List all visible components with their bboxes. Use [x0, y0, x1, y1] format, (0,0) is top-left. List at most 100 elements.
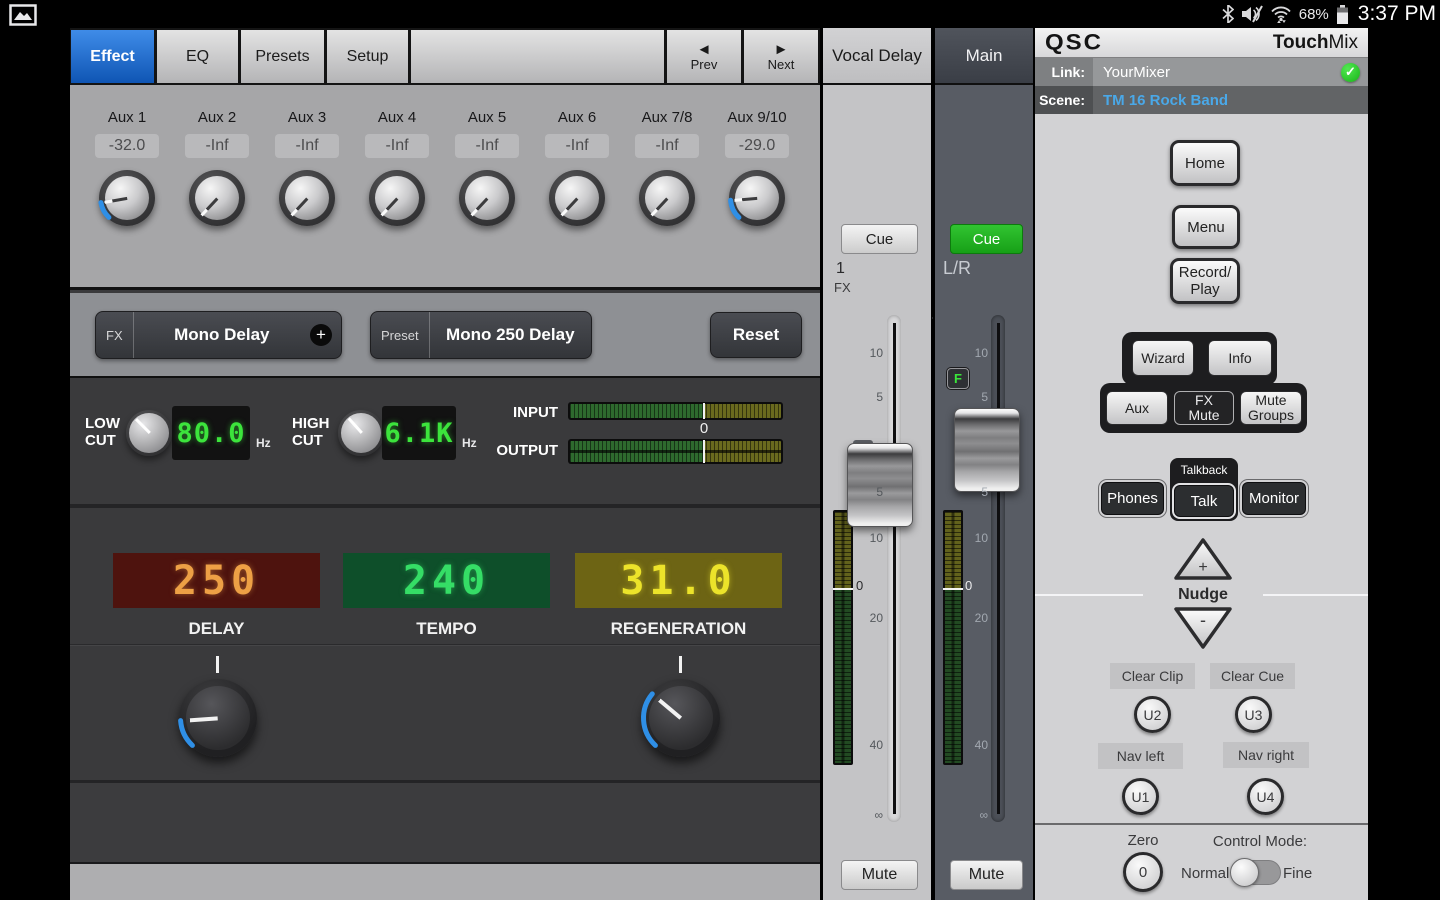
expand-fx-icon[interactable]: + [310, 324, 332, 346]
preset-selector[interactable]: Preset Mono 250 Delay [370, 311, 592, 359]
main-fader-track[interactable] [991, 315, 1005, 822]
aux-knob[interactable] [639, 170, 695, 226]
fx-mute-button-panel[interactable]: FX Mute [1174, 391, 1234, 425]
status-bar: 68% 3:37 PM [0, 0, 1440, 28]
user-button-u2[interactable]: U2 [1134, 696, 1171, 733]
main-fader-handle[interactable] [954, 408, 1020, 492]
regeneration-knob[interactable] [642, 679, 720, 757]
user-button-u3[interactable]: U3 [1235, 696, 1272, 733]
aux-send-value[interactable]: -Inf [185, 134, 249, 158]
zero-button[interactable]: 0 [1123, 852, 1163, 892]
aux-knob[interactable] [459, 170, 515, 226]
tab-bar: Effect EQ Presets Setup ◄ Prev ► Next [70, 28, 820, 85]
monitor-button[interactable]: Monitor [1243, 483, 1305, 514]
fader-scale-mark: 10 [966, 346, 988, 360]
scene-label: Scene: [1035, 86, 1093, 114]
delay-knob[interactable] [179, 679, 257, 757]
control-mode-toggle[interactable] [1231, 860, 1281, 885]
preset-value: Mono 250 Delay [430, 325, 591, 345]
aux-button[interactable]: Aux [1106, 391, 1168, 425]
aux-knob[interactable] [279, 170, 335, 226]
mute-groups-button[interactable]: Mute Groups [1240, 391, 1302, 425]
user-button-u4[interactable]: U4 [1247, 778, 1284, 815]
fx-cue-button[interactable]: Cue [841, 224, 918, 254]
bluetooth-icon [1222, 5, 1234, 23]
high-cut-knob[interactable] [338, 410, 384, 456]
filter-section: LOW CUT 80.0 Hz HIGH CUT 6.1K Hz INPUT 0… [70, 378, 820, 508]
wizard-button[interactable]: Wizard [1132, 340, 1194, 376]
main-meter-zero: 0 [965, 578, 972, 593]
low-cut-knob[interactable] [126, 410, 172, 456]
fine-mode-badge[interactable]: F [947, 368, 969, 389]
prev-button[interactable]: ◄ Prev [666, 28, 743, 85]
aux-send-value[interactable]: -Inf [365, 134, 429, 158]
content-footer-strip [70, 862, 820, 900]
talk-button[interactable]: Talk [1175, 486, 1233, 516]
divider [1035, 823, 1368, 825]
tempo-display: 240 [343, 553, 550, 608]
scene-value[interactable]: TM 16 Rock Band [1103, 92, 1228, 109]
fx-channel-type: FX [834, 280, 851, 295]
next-arrow-icon: ► [774, 42, 789, 57]
brand-header: QSC TouchMix [1035, 28, 1368, 58]
tab-presets[interactable]: Presets [240, 28, 326, 85]
aux-channel: Aux 1-32.0 [82, 85, 172, 245]
tab-setup[interactable]: Setup [326, 28, 410, 85]
reset-button[interactable]: Reset [710, 312, 802, 358]
fx-channel-name[interactable]: Vocal Delay [823, 28, 931, 85]
main-cue-button[interactable]: Cue [950, 224, 1023, 254]
meter-zero-mark: 0 [694, 420, 714, 437]
aux-knob[interactable] [549, 170, 605, 226]
delay-label: DELAY [113, 619, 320, 639]
fx-level-meter [833, 510, 853, 765]
fx-type-value: Mono Delay [134, 325, 310, 345]
aux-channel: Aux 9/10-29.0 [712, 85, 802, 245]
nav-left-label: Nav left [1098, 743, 1183, 769]
fx-mute-button[interactable]: Mute [841, 860, 918, 890]
aux-send-value[interactable]: -Inf [455, 134, 519, 158]
fx-selector-label: FX [96, 312, 134, 358]
link-connected-icon: ✓ [1341, 63, 1360, 82]
qsc-logo: QSC [1045, 30, 1103, 56]
fx-channel-strip: Vocal Delay Cue 1 FX 0 U Mute 1055102040… [820, 28, 932, 900]
main-channel-name[interactable]: Main [935, 28, 1033, 85]
aux-sends-section: Aux 1-32.0Aux 2-InfAux 3-InfAux 4-InfAux… [70, 85, 820, 290]
aux-knob[interactable] [369, 170, 425, 226]
tab-eq[interactable]: EQ [156, 28, 240, 85]
aux-knob[interactable] [189, 170, 245, 226]
aux-send-value[interactable]: -Inf [545, 134, 609, 158]
home-button[interactable]: Home [1170, 140, 1240, 186]
main-channel-strip: Main Cue L/R F 0 U Mute 1055102040∞ [933, 28, 1035, 900]
aux-label: Aux 5 [468, 109, 506, 126]
low-cut-display[interactable]: 80.0 [172, 406, 250, 460]
aux-send-value[interactable]: -Inf [275, 134, 339, 158]
main-mute-button[interactable]: Mute [950, 860, 1023, 890]
regeneration-display: 31.0 [575, 553, 782, 608]
user-button-u1[interactable]: U1 [1122, 778, 1159, 815]
menu-button[interactable]: Menu [1172, 205, 1240, 249]
nudge-down-button[interactable]: - [1173, 606, 1233, 650]
aux-send-value[interactable]: -Inf [635, 134, 699, 158]
aux-channel: Aux 7/8-Inf [622, 85, 712, 245]
info-button[interactable]: Info [1208, 340, 1272, 376]
aux-knob[interactable] [99, 170, 155, 226]
next-button[interactable]: ► Next [743, 28, 820, 85]
aux-send-value[interactable]: -32.0 [95, 134, 159, 158]
toggle-knob[interactable] [1230, 858, 1259, 887]
aux-channel: Aux 2-Inf [172, 85, 262, 245]
wifi-icon [1270, 5, 1292, 23]
link-value[interactable]: YourMixer [1103, 64, 1170, 81]
mode-normal-label: Normal [1181, 865, 1229, 882]
high-cut-display[interactable]: 6.1K [382, 406, 456, 460]
prev-arrow-icon: ◄ [697, 42, 712, 57]
fx-fader-track[interactable] [887, 315, 901, 822]
phones-button[interactable]: Phones [1102, 483, 1163, 514]
aux-knob[interactable] [729, 170, 785, 226]
aux-send-value[interactable]: -29.0 [725, 134, 789, 158]
screenshot-notification-icon[interactable] [9, 4, 37, 26]
fx-type-selector[interactable]: FX Mono Delay + [95, 311, 342, 359]
scene-row: Scene: TM 16 Rock Band [1035, 86, 1368, 114]
nudge-up-button[interactable]: + [1173, 537, 1233, 581]
tab-effect[interactable]: Effect [70, 28, 156, 85]
record-play-button[interactable]: Record/ Play [1170, 258, 1240, 304]
